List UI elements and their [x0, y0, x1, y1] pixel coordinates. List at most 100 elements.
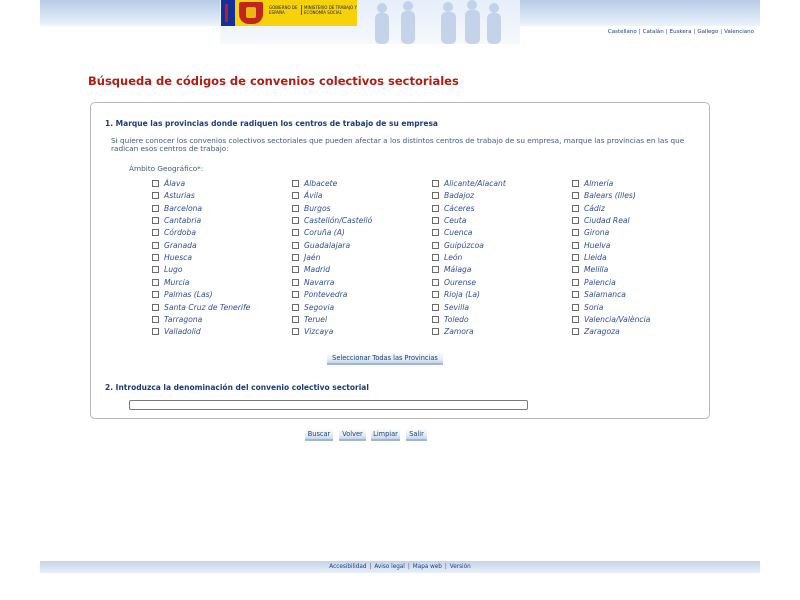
convenio-name-input[interactable]: [129, 400, 528, 410]
province-checkbox-item[interactable]: Sevilla: [432, 302, 469, 313]
province-checkbox-item[interactable]: Zaragoza: [572, 326, 620, 337]
province-checkbox-item[interactable]: Huelva: [572, 240, 610, 251]
checkbox[interactable]: [572, 328, 579, 336]
lang-valenciano[interactable]: Valenciano: [724, 29, 754, 35]
checkbox[interactable]: [432, 315, 439, 323]
checkbox[interactable]: [292, 254, 299, 262]
checkbox[interactable]: [432, 229, 439, 237]
province-checkbox-item[interactable]: Palmas (Las): [152, 289, 213, 300]
checkbox[interactable]: [292, 278, 299, 286]
checkbox[interactable]: [152, 291, 159, 299]
province-checkbox-item[interactable]: Lleida: [572, 252, 607, 263]
province-checkbox-item[interactable]: Navarra: [292, 277, 334, 288]
checkbox[interactable]: [432, 241, 439, 249]
province-checkbox-item[interactable]: Huesca: [152, 252, 192, 263]
province-checkbox-item[interactable]: Santa Cruz de Tenerife: [152, 302, 250, 313]
province-checkbox-item[interactable]: Valencia/València: [572, 314, 650, 325]
province-checkbox-item[interactable]: Girona: [572, 227, 609, 238]
province-checkbox-item[interactable]: Vizcaya: [292, 326, 333, 337]
checkbox[interactable]: [432, 254, 439, 262]
checkbox[interactable]: [292, 241, 299, 249]
checkbox[interactable]: [572, 217, 579, 225]
checkbox[interactable]: [432, 278, 439, 286]
checkbox[interactable]: [292, 291, 299, 299]
province-checkbox-item[interactable]: Valladolid: [152, 326, 201, 337]
province-checkbox-item[interactable]: Cuenca: [432, 227, 472, 238]
checkbox[interactable]: [152, 192, 159, 200]
province-checkbox-item[interactable]: Balears (Illes): [572, 190, 636, 201]
province-checkbox-item[interactable]: Pontevedra: [292, 289, 347, 300]
select-all-provinces-button[interactable]: Seleccionar Todas las Provincias: [327, 352, 443, 365]
footer-mapa-web-link[interactable]: Mapa web: [413, 564, 442, 570]
checkbox[interactable]: [572, 192, 579, 200]
checkbox[interactable]: [292, 229, 299, 237]
province-checkbox-item[interactable]: Melilla: [572, 264, 608, 275]
checkbox[interactable]: [432, 204, 439, 212]
province-checkbox-item[interactable]: Guipúzcoa: [432, 240, 484, 251]
province-checkbox-item[interactable]: Lugo: [152, 264, 183, 275]
province-checkbox-item[interactable]: Zamora: [432, 326, 474, 337]
checkbox[interactable]: [152, 204, 159, 212]
province-checkbox-item[interactable]: Murcia: [152, 277, 189, 288]
checkbox[interactable]: [572, 266, 579, 274]
checkbox[interactable]: [152, 217, 159, 225]
province-checkbox-item[interactable]: Granada: [152, 240, 197, 251]
province-checkbox-item[interactable]: Palencia: [572, 277, 616, 288]
footer-version-link[interactable]: Versión: [450, 564, 471, 570]
province-checkbox-item[interactable]: Rioja (La): [432, 289, 480, 300]
checkbox[interactable]: [432, 328, 439, 336]
checkbox[interactable]: [572, 278, 579, 286]
checkbox[interactable]: [292, 217, 299, 225]
province-checkbox-item[interactable]: Teruel: [292, 314, 327, 325]
province-checkbox-item[interactable]: Cantabria: [152, 215, 201, 226]
checkbox[interactable]: [432, 192, 439, 200]
province-checkbox-item[interactable]: Ceuta: [432, 215, 466, 226]
checkbox[interactable]: [292, 180, 299, 187]
checkbox[interactable]: [432, 266, 439, 274]
lang-castellano[interactable]: Castellano: [608, 29, 637, 35]
checkbox[interactable]: [152, 328, 159, 336]
province-checkbox-item[interactable]: Málaga: [432, 264, 471, 275]
lang-catalan[interactable]: Catalán: [643, 29, 664, 35]
province-checkbox-item[interactable]: Madrid: [292, 264, 330, 275]
checkbox[interactable]: [572, 315, 579, 323]
checkbox[interactable]: [292, 315, 299, 323]
lang-gallego[interactable]: Gallego: [697, 29, 718, 35]
volver-button[interactable]: Volver: [339, 428, 366, 441]
province-checkbox-item[interactable]: Asturias: [152, 190, 195, 201]
checkbox[interactable]: [292, 266, 299, 274]
limpiar-button[interactable]: Limpiar: [371, 428, 400, 441]
province-checkbox-item[interactable]: Toledo: [432, 314, 469, 325]
province-checkbox-item[interactable]: Salamanca: [572, 289, 626, 300]
province-checkbox-item[interactable]: Castellón/Castelló: [292, 215, 372, 226]
checkbox[interactable]: [152, 303, 159, 311]
checkbox[interactable]: [152, 229, 159, 237]
checkbox[interactable]: [572, 204, 579, 212]
province-checkbox-item[interactable]: Barcelona: [152, 203, 202, 214]
checkbox[interactable]: [432, 291, 439, 299]
checkbox[interactable]: [292, 303, 299, 311]
province-checkbox-item[interactable]: Cádiz: [572, 203, 605, 214]
checkbox[interactable]: [152, 278, 159, 286]
province-checkbox-item[interactable]: Guadalajara: [292, 240, 350, 251]
checkbox[interactable]: [292, 192, 299, 200]
lang-euskera[interactable]: Euskera: [670, 29, 692, 35]
province-checkbox-item[interactable]: Álava: [152, 178, 185, 189]
checkbox[interactable]: [432, 217, 439, 225]
checkbox[interactable]: [432, 180, 439, 187]
province-checkbox-item[interactable]: Tarragona: [152, 314, 202, 325]
province-checkbox-item[interactable]: Albacete: [292, 178, 337, 189]
province-checkbox-item[interactable]: Alicante/Alacant: [432, 178, 506, 189]
checkbox[interactable]: [292, 328, 299, 336]
checkbox[interactable]: [432, 303, 439, 311]
province-checkbox-item[interactable]: León: [432, 252, 462, 263]
checkbox[interactable]: [572, 180, 579, 187]
province-checkbox-item[interactable]: Burgos: [292, 203, 331, 214]
checkbox[interactable]: [572, 291, 579, 299]
checkbox[interactable]: [292, 204, 299, 212]
checkbox[interactable]: [152, 266, 159, 274]
province-checkbox-item[interactable]: Coruña (A): [292, 227, 345, 238]
checkbox[interactable]: [152, 241, 159, 249]
province-checkbox-item[interactable]: Soria: [572, 302, 603, 313]
province-checkbox-item[interactable]: Cáceres: [432, 203, 475, 214]
